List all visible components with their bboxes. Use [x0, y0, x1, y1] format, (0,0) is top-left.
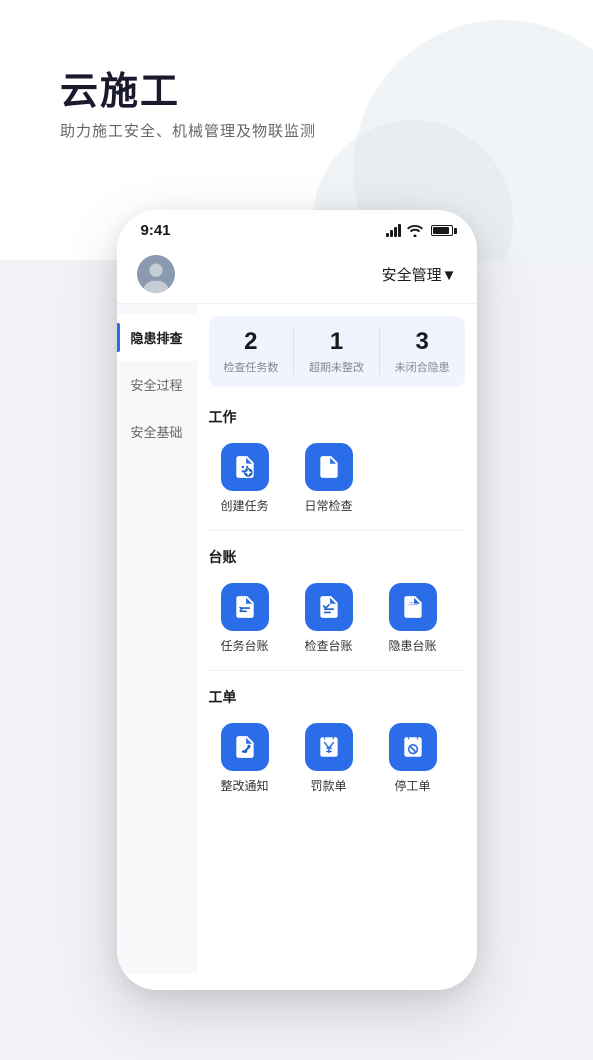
- sidebar: 隐患排查 安全过程 安全基础: [117, 304, 197, 974]
- rectify-label: 整改通知: [220, 777, 268, 794]
- app-title: 云施工: [60, 60, 180, 115]
- risk-ledger-icon-box: [389, 583, 437, 631]
- wifi-icon: [407, 224, 423, 237]
- risk-ledger-label: 隐患台账: [388, 637, 436, 654]
- role-label: 安全管理▼: [382, 264, 457, 285]
- stat-unclosed: 3 未闭合隐患: [380, 328, 465, 375]
- stat-label-2: 未闭合隐患: [380, 359, 465, 375]
- fine-label: 罚款单: [310, 777, 346, 794]
- main-content: 隐患排查 安全过程 安全基础 2 检查任务数 1 超期未整改: [117, 304, 477, 974]
- phone-mockup: 9:41: [117, 210, 477, 990]
- stopwork-icon-box: [389, 723, 437, 771]
- stats-row: 2 检查任务数 1 超期未整改 3 未闭合隐患: [209, 316, 465, 387]
- warning-doc-icon: [400, 594, 426, 620]
- stopwork-item[interactable]: 停工单: [373, 715, 453, 802]
- divider-2: [209, 670, 465, 671]
- section-title-workorder: 工单: [197, 675, 477, 715]
- stat-label-1: 超期未整改: [294, 359, 379, 375]
- stat-number-0: 2: [209, 328, 294, 357]
- fine-icon-box: [305, 723, 353, 771]
- stat-number-1: 1: [294, 328, 379, 357]
- rectify-item[interactable]: 整改通知: [205, 715, 285, 802]
- ledger-grid: 任务台账 检查台账: [197, 575, 477, 666]
- sidebar-item-hidden-check[interactable]: 隐患排查: [117, 314, 197, 361]
- check-ledger-icon-box: [305, 583, 353, 631]
- daily-check-label: 日常检查: [304, 497, 352, 514]
- stopwork-label: 停工单: [394, 777, 430, 794]
- work-grid: 创建任务 日常检查: [197, 435, 477, 526]
- stat-task-count: 2 检查任务数: [209, 328, 295, 375]
- task-ledger-icon-box: [221, 583, 269, 631]
- avatar-img: [137, 255, 175, 293]
- app-header: 安全管理▼: [117, 245, 477, 304]
- search-doc-icon: [316, 454, 342, 480]
- stat-number-2: 3: [380, 328, 465, 357]
- task-ledger-item[interactable]: 任务台账: [205, 575, 285, 662]
- create-task-label: 创建任务: [220, 497, 268, 514]
- battery-icon: [431, 225, 453, 236]
- content-panel: 2 检查任务数 1 超期未整改 3 未闭合隐患 工作: [197, 304, 477, 974]
- create-task-item[interactable]: 创建任务: [205, 435, 285, 522]
- create-task-icon-box: [221, 443, 269, 491]
- rectify-icon-box: [221, 723, 269, 771]
- sidebar-label-2: 安全基础: [130, 425, 182, 440]
- status-bar: 9:41: [117, 210, 477, 245]
- sidebar-item-safe-base[interactable]: 安全基础: [117, 408, 197, 455]
- section-title-work: 工作: [197, 395, 477, 435]
- daily-check-item[interactable]: 日常检查: [289, 435, 369, 522]
- signal-icon: [386, 224, 401, 237]
- stop-icon: [400, 734, 426, 760]
- check-ledger-label: 检查台账: [304, 637, 352, 654]
- section-title-ledger: 台账: [197, 535, 477, 575]
- daily-check-icon-box: [305, 443, 353, 491]
- yen-icon: [316, 734, 342, 760]
- avatar[interactable]: [137, 255, 175, 293]
- plus-doc-icon: [232, 454, 258, 480]
- status-icons: [386, 224, 453, 237]
- check-doc-icon: [316, 594, 342, 620]
- workorder-grid: 整改通知 罚款单: [197, 715, 477, 806]
- app-subtitle: 助力施工安全、机械管理及物联监测: [60, 120, 316, 141]
- sidebar-item-safe-process[interactable]: 安全过程: [117, 361, 197, 408]
- divider-1: [209, 530, 465, 531]
- status-time: 9:41: [141, 222, 171, 239]
- risk-ledger-item[interactable]: 隐患台账: [373, 575, 453, 662]
- list-doc-icon: [232, 594, 258, 620]
- stat-overdue: 1 超期未整改: [294, 328, 380, 375]
- task-ledger-label: 任务台账: [220, 637, 268, 654]
- sidebar-label-0: 隐患排查: [130, 331, 182, 346]
- wrench-icon: [232, 734, 258, 760]
- header-role[interactable]: 安全管理▼: [382, 264, 457, 285]
- check-ledger-item[interactable]: 检查台账: [289, 575, 369, 662]
- stat-label-0: 检查任务数: [209, 359, 294, 375]
- sidebar-label-1: 安全过程: [130, 378, 182, 393]
- fine-item[interactable]: 罚款单: [289, 715, 369, 802]
